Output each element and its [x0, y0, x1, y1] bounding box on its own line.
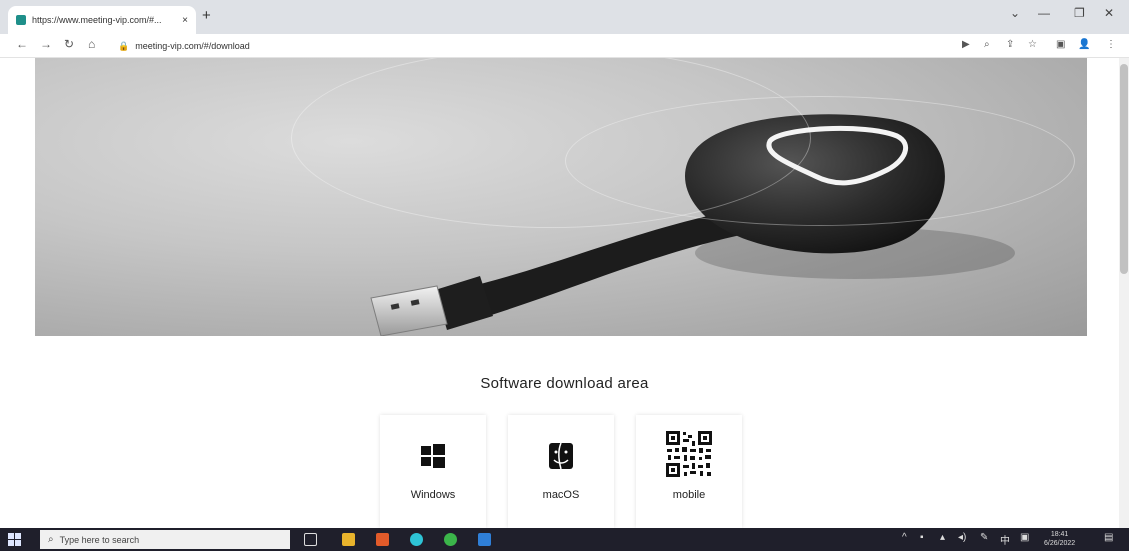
profile-icon[interactable]: 👤: [1078, 39, 1090, 50]
taskbar-search-placeholder: Type here to search: [59, 534, 140, 545]
os-taskbar: ⌕ Type here to search ^ ▪ ▴ ◂) ✎ 中 ▣ 18:…: [0, 528, 1129, 551]
download-macos-card[interactable]: macOS: [508, 415, 614, 528]
tab-close-icon[interactable]: ×: [182, 15, 188, 26]
network-icon[interactable]: ▴: [940, 532, 945, 543]
minimize-button[interactable]: —: [1038, 6, 1050, 20]
windows-icon: [380, 439, 486, 473]
keyboard-icon[interactable]: ▣: [1020, 532, 1029, 543]
browser-tabbar: https://www.meeting-vip.com/#... × + ⌄ —…: [0, 0, 1129, 34]
new-tab-button[interactable]: +: [202, 6, 211, 26]
home-icon[interactable]: ⌂: [88, 37, 95, 51]
tray-app-icon[interactable]: ▪: [920, 532, 924, 543]
qr-code-icon: [636, 429, 742, 479]
taskbar-clock[interactable]: 18:41 6/26/2022: [1044, 530, 1075, 548]
pen-icon[interactable]: ✎: [980, 532, 988, 543]
tray-expand-icon[interactable]: ^: [902, 532, 907, 543]
clock-time: 18:41: [1050, 531, 1069, 538]
page-content: Software download area Windows macOS mob…: [0, 58, 1129, 528]
forward-icon[interactable]: →: [40, 37, 52, 51]
address-url: meeting-vip.com/#/download: [135, 41, 250, 51]
wechat-icon[interactable]: [444, 533, 457, 546]
browser-tab[interactable]: https://www.meeting-vip.com/#... ×: [8, 6, 196, 34]
notifications-icon[interactable]: ▤: [1104, 532, 1113, 543]
volume-icon[interactable]: ◂): [958, 532, 966, 543]
maximize-button[interactable]: ❐: [1074, 6, 1085, 20]
back-icon[interactable]: ←: [16, 37, 28, 51]
cursor-extension-icon[interactable]: ▶: [962, 39, 970, 50]
download-windows-card[interactable]: Windows: [380, 415, 486, 528]
download-macos-label: macOS: [542, 489, 580, 501]
search-icon: ⌕: [48, 534, 54, 545]
share-icon[interactable]: ⇪: [1006, 39, 1014, 50]
site-favicon-icon: [16, 15, 26, 25]
bookmark-star-icon[interactable]: ☆: [1028, 39, 1037, 50]
tab-title: https://www.meeting-vip.com/#...: [32, 15, 162, 25]
lock-icon: 🔒: [118, 40, 130, 51]
tab-search-dropdown-icon[interactable]: ⌄: [1010, 6, 1020, 20]
edge-icon[interactable]: [410, 533, 423, 546]
zoom-icon[interactable]: ⌕: [984, 39, 990, 50]
task-view-icon[interactable]: [304, 533, 317, 546]
close-window-button[interactable]: ✕: [1104, 6, 1114, 20]
app-icon[interactable]: [478, 533, 491, 546]
hero-banner-image: [35, 58, 1087, 336]
browser-menu-icon[interactable]: ⋮: [1106, 39, 1116, 50]
address-bar[interactable]: 🔒 meeting-vip.com/#/download: [114, 37, 944, 55]
page-scrollbar[interactable]: [1119, 58, 1129, 528]
file-explorer-icon[interactable]: [342, 533, 355, 546]
browser-toolbar: ← → ↻ ⌂ 🔒 meeting-vip.com/#/download ▶ ⌕…: [0, 34, 1129, 58]
clock-date: 6/26/2022: [1044, 540, 1076, 547]
download-windows-label: Windows: [410, 489, 456, 501]
chrome-icon[interactable]: [376, 533, 389, 546]
start-button[interactable]: [8, 533, 21, 546]
scrollbar-thumb[interactable]: [1120, 64, 1128, 274]
taskbar-search[interactable]: ⌕ Type here to search: [40, 530, 290, 549]
reload-icon[interactable]: ↻: [64, 37, 74, 51]
section-title: Software download area: [480, 375, 649, 392]
input-method-icon[interactable]: 中: [1000, 532, 1010, 547]
download-mobile-card[interactable]: mobile: [636, 415, 742, 528]
download-mobile-label: mobile: [672, 489, 706, 501]
sidebar-icon[interactable]: ▣: [1056, 39, 1065, 50]
finder-icon: [508, 439, 614, 473]
